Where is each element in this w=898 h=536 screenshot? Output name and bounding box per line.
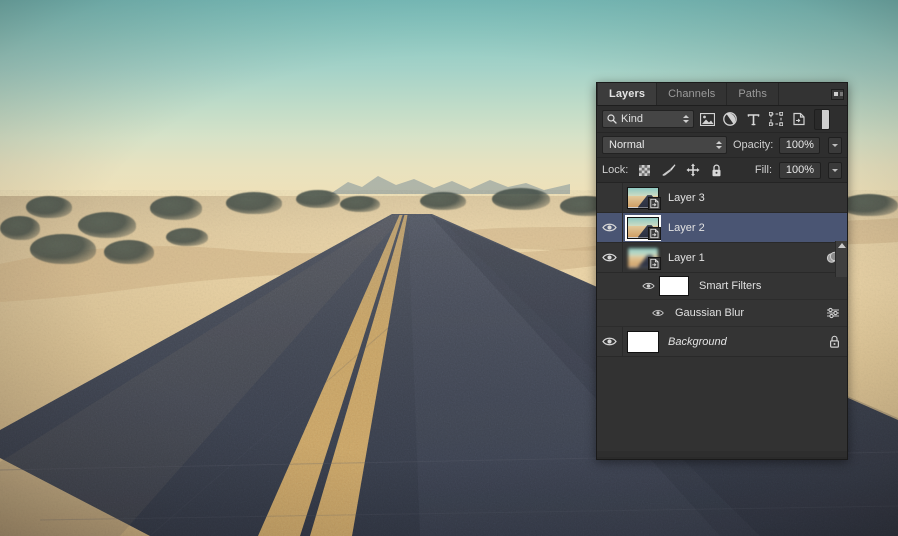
layers-panel[interactable]: Layers Channels Paths Kind Normal Opacit… xyxy=(596,82,848,460)
chevron-down-icon xyxy=(832,143,839,147)
filter-enable-toggle[interactable] xyxy=(814,108,830,130)
fill-dropdown-button[interactable] xyxy=(828,161,842,179)
opacity-label: Opacity: xyxy=(732,139,774,151)
lock-image-pixels-button[interactable] xyxy=(659,161,678,180)
tab-bar-spacer xyxy=(779,83,827,105)
lock-all-icon xyxy=(712,163,721,176)
layer-3-name: Layer 3 xyxy=(668,191,705,204)
filter-options-icon[interactable] xyxy=(826,307,840,319)
filter-type-layers-button[interactable] xyxy=(743,109,763,129)
blend-mode-row[interactable]: Normal Opacity: 100% xyxy=(597,133,847,158)
smart-object-badge-icon xyxy=(648,197,661,210)
eye-icon xyxy=(602,337,617,346)
lock-position-icon xyxy=(686,163,700,177)
panel-tab-bar[interactable]: Layers Channels Paths xyxy=(597,83,847,106)
background-visibility-toggle[interactable] xyxy=(597,327,623,356)
filter-smart-objects-button[interactable] xyxy=(789,109,809,129)
gaussian-blur-label: Gaussian Blur xyxy=(675,307,745,319)
smart-filter-row-gaussian-blur[interactable]: Gaussian Blur xyxy=(597,300,847,327)
smart-filters-label: Smart Filters xyxy=(699,280,762,292)
fill-controls: Fill: 100% xyxy=(754,161,842,179)
filter-kind-select[interactable]: Kind xyxy=(602,110,694,128)
tab-layers[interactable]: Layers xyxy=(598,83,658,105)
layer-row-layer-2[interactable]: Layer 2 xyxy=(597,213,847,243)
screenshot-root: Layers Channels Paths Kind Normal Opacit… xyxy=(0,0,898,536)
background-right-icons xyxy=(829,335,847,348)
layer-2-name: Layer 2 xyxy=(668,221,705,234)
panel-menu-button[interactable] xyxy=(827,83,847,105)
lock-icon xyxy=(830,335,840,348)
search-icon xyxy=(607,114,617,124)
fill-input[interactable]: 100% xyxy=(779,161,821,179)
blend-mode-value: Normal xyxy=(609,139,645,151)
smart-filters-group-row[interactable]: Smart Filters xyxy=(597,273,847,300)
layer-list[interactable]: Layer 3 Layer 2 Layer 1 Smart Filters Ga… xyxy=(597,183,847,451)
eye-icon xyxy=(641,282,655,290)
eye-icon xyxy=(602,223,617,232)
lock-transparent-pixels-icon xyxy=(639,164,651,176)
gaussian-blur-visibility-toggle[interactable] xyxy=(647,308,669,318)
opacity-input[interactable]: 100% xyxy=(779,136,821,154)
smart-object-badge-icon xyxy=(648,227,661,240)
tab-paths[interactable]: Paths xyxy=(727,83,779,105)
layer-3-thumbnail-wrap[interactable] xyxy=(623,183,663,212)
background-name: Background xyxy=(668,335,727,348)
scroll-up-arrow-icon xyxy=(837,243,846,248)
lock-label: Lock: xyxy=(602,164,629,176)
filter-shape-layers-button[interactable] xyxy=(766,109,786,129)
smart-object-badge-icon xyxy=(648,257,661,270)
chevron-down-icon xyxy=(832,168,838,172)
layer-2-thumbnail-wrap[interactable] xyxy=(623,213,663,242)
lock-position-button[interactable] xyxy=(683,161,702,180)
lock-transparent-pixels-button[interactable] xyxy=(635,161,654,180)
lock-row[interactable]: Lock: Fill: 100% xyxy=(597,158,847,183)
adjustment-layer-filter-icon xyxy=(723,112,737,126)
blend-mode-select[interactable]: Normal xyxy=(602,136,727,154)
filter-pixel-layers-button[interactable] xyxy=(697,109,717,129)
smart-object-filter-icon xyxy=(793,112,805,126)
eye-icon xyxy=(652,310,664,316)
smart-filters-visibility-toggle[interactable] xyxy=(637,281,659,291)
layer-filter-row[interactable]: Kind xyxy=(597,106,847,133)
layer-1-name: Layer 1 xyxy=(668,251,705,264)
shape-layer-filter-icon xyxy=(769,112,783,126)
layer-row-layer-1[interactable]: Layer 1 xyxy=(597,243,847,273)
layer-list-empty-area[interactable] xyxy=(597,357,847,451)
tab-paths-label: Paths xyxy=(738,88,767,100)
pixel-layer-filter-icon xyxy=(699,112,715,126)
filter-kind-stepper-icon[interactable] xyxy=(683,115,689,123)
filter-adjustment-layers-button[interactable] xyxy=(720,109,740,129)
background-thumbnail xyxy=(627,330,659,353)
tab-layers-label: Layers xyxy=(609,88,646,100)
panel-menu-icon xyxy=(830,88,844,100)
opacity-value: 100% xyxy=(785,139,814,151)
lock-image-pixels-icon xyxy=(662,164,676,176)
layer-row-background[interactable]: Background xyxy=(597,327,847,357)
lock-all-button[interactable] xyxy=(707,161,726,180)
tab-channels[interactable]: Channels xyxy=(657,83,728,105)
layer-3-visibility-toggle[interactable] xyxy=(597,183,623,212)
gaussian-blur-right-icons xyxy=(826,307,847,319)
layer-1-visibility-toggle[interactable] xyxy=(597,243,623,272)
eye-off-icon xyxy=(602,191,617,204)
type-layer-filter-icon xyxy=(747,113,759,125)
opacity-dropdown-button[interactable] xyxy=(828,136,842,154)
filter-kind-label: Kind xyxy=(621,113,644,125)
background-thumbnail-wrap[interactable] xyxy=(623,327,663,356)
eye-icon xyxy=(602,253,617,262)
layer-1-thumbnail-wrap[interactable] xyxy=(623,243,663,272)
panel-bottom-edge xyxy=(597,457,847,459)
fill-label: Fill: xyxy=(754,164,772,176)
tab-channels-label: Channels xyxy=(668,88,716,100)
smart-filters-mask-thumbnail[interactable] xyxy=(659,276,689,296)
fill-value: 100% xyxy=(785,164,815,176)
layer-2-visibility-toggle[interactable] xyxy=(597,213,623,242)
blend-mode-stepper-icon[interactable] xyxy=(715,141,722,149)
layer-row-layer-3[interactable]: Layer 3 xyxy=(597,183,847,213)
layer-list-scrollbar[interactable] xyxy=(835,241,847,277)
